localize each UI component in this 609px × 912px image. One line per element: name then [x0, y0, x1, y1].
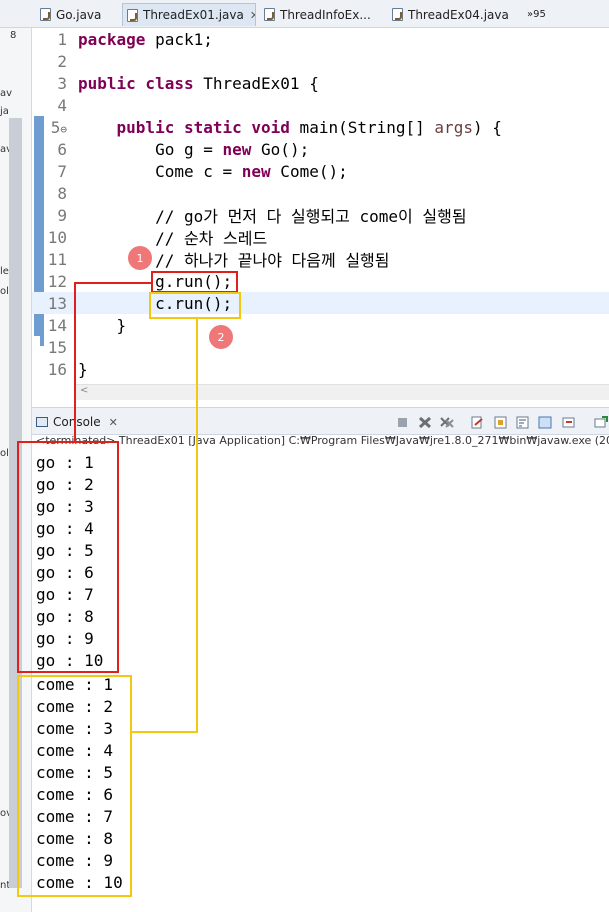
- tab-threadex01-java[interactable]: ThreadEx01.java ✕: [122, 3, 256, 26]
- tab-threadinfoex-java[interactable]: ThreadInfoEx...: [260, 3, 380, 26]
- open-console-icon[interactable]: [594, 416, 608, 429]
- line-number: 1: [57, 29, 67, 49]
- code-text: }: [78, 315, 127, 335]
- side-view-text: ol: [0, 448, 9, 459]
- annotation-box-g-run: [151, 271, 238, 293]
- code-comment: // go가 먼저 다 실행되고 come이 실행됨: [78, 207, 467, 226]
- annotation-connector-yellow: [131, 731, 198, 733]
- line-number: 16: [47, 359, 67, 379]
- code-line: 14 }: [32, 314, 609, 336]
- scroll-lock-icon[interactable]: [494, 416, 508, 429]
- code-line: 5⊖ public static void main(String[] args…: [32, 116, 609, 138]
- word-wrap-icon[interactable]: [516, 416, 530, 429]
- code-text: Go g = new Go();: [78, 139, 310, 159]
- code-line: 2: [32, 50, 609, 72]
- scroll-left-icon[interactable]: <: [80, 385, 88, 396]
- code-line: 11 // 하나가 끝나야 다음께 실행됨: [32, 248, 609, 271]
- line-number: 6: [57, 139, 67, 159]
- code-line-current: 13 c.run();: [32, 292, 609, 314]
- java-file-icon: [40, 8, 51, 21]
- line-number: 15: [47, 337, 67, 357]
- line-number: 5⊖: [50, 117, 67, 137]
- code-line: 8: [32, 182, 609, 204]
- tab-threadex04-java[interactable]: ThreadEx04.java: [388, 3, 512, 26]
- close-icon[interactable]: ✕: [250, 9, 255, 22]
- tab-go-java[interactable]: Go.java: [36, 3, 122, 26]
- line-number: 3: [57, 73, 67, 93]
- tab-label: ThreadEx04.java: [408, 7, 509, 22]
- annotation-badge-2: 2: [209, 325, 233, 349]
- java-file-icon: [264, 8, 275, 21]
- java-file-icon: [392, 8, 403, 21]
- console-icon: [36, 417, 48, 427]
- line-number: 14: [47, 315, 67, 335]
- annotation-badge-1: 1: [128, 246, 152, 270]
- tab-label: Go.java: [56, 7, 102, 22]
- code-line: 12 g.run();: [32, 270, 609, 292]
- clear-console-icon[interactable]: [470, 416, 484, 429]
- tab-label: ThreadInfoEx...: [280, 7, 371, 22]
- remove-all-terminated-icon[interactable]: [440, 416, 454, 429]
- console-toolbar: Console ✕: [32, 407, 609, 435]
- line-number: 2: [57, 51, 67, 71]
- line-number: 8: [57, 183, 67, 203]
- code-text: Come c = new Come();: [78, 161, 348, 181]
- console-tab-label: Console: [53, 415, 101, 429]
- line-number: 7: [57, 161, 67, 181]
- line-number: 11: [47, 249, 67, 269]
- code-line: 4: [32, 94, 609, 116]
- code-text: public static void main(String[] args) {: [116, 117, 502, 137]
- code-line: 6 Go g = new Go();: [32, 138, 609, 160]
- annotation-connector-red: [74, 282, 152, 284]
- code-comment: // 순차 스레드: [78, 229, 268, 248]
- tab-overflow-button[interactable]: »95: [523, 3, 563, 26]
- code-line: 7 Come c = new Come();: [32, 160, 609, 182]
- code-line: 10 // 순차 스레드: [32, 226, 609, 249]
- fold-icon[interactable]: ⊖: [60, 123, 67, 136]
- code-text: package pack1;: [78, 29, 213, 49]
- line-number: 4: [57, 95, 67, 115]
- editor-horizontal-scrollbar[interactable]: <: [76, 384, 609, 400]
- code-line: 16 }: [32, 358, 609, 380]
- code-line: 1 package pack1;: [32, 28, 609, 50]
- code-line: 3 public class ThreadEx01 {: [32, 72, 609, 94]
- tab-console[interactable]: Console ✕: [36, 412, 118, 432]
- tab-label: ThreadEx01.java: [143, 8, 244, 22]
- code-comment: // 하나가 끝나야 다음께 실행됨: [78, 251, 390, 270]
- code-line: 9 // go가 먼저 다 실행되고 come이 실행됨: [32, 204, 609, 227]
- show-console-output-icon[interactable]: [538, 416, 552, 429]
- code-text: }: [78, 359, 88, 379]
- editor-tab-bar: Go.java ThreadEx01.java ✕ ThreadInfoEx..…: [0, 0, 609, 28]
- side-view-text: le: [0, 266, 9, 277]
- annotation-connector-yellow: [196, 318, 198, 733]
- line-number: 10: [47, 227, 67, 247]
- console-status: <terminated> ThreadEx01 [Java Applicatio…: [36, 434, 609, 447]
- side-view-text: ol: [0, 286, 9, 297]
- annotation-connector-red: [74, 282, 76, 442]
- side-view-text: av: [0, 88, 13, 99]
- side-view-text: ja: [0, 106, 9, 117]
- remove-launch-icon[interactable]: [418, 416, 432, 429]
- line-number: 9: [57, 205, 67, 225]
- java-file-icon: [127, 8, 138, 22]
- close-icon[interactable]: ✕: [109, 416, 118, 429]
- annotation-box-c-run: [149, 292, 241, 319]
- line-number: 13: [47, 293, 67, 313]
- line-number: 12: [47, 271, 67, 291]
- terminate-icon[interactable]: [396, 416, 410, 429]
- side-view-text: 8: [10, 30, 17, 41]
- pin-console-icon[interactable]: [562, 416, 576, 429]
- code-text: public class ThreadEx01 {: [78, 73, 319, 93]
- annotation-box-come-output: [17, 675, 132, 897]
- annotation-box-go-output: [17, 441, 119, 673]
- tab-overflow-label: »95: [527, 9, 546, 20]
- code-line: 15: [32, 336, 609, 358]
